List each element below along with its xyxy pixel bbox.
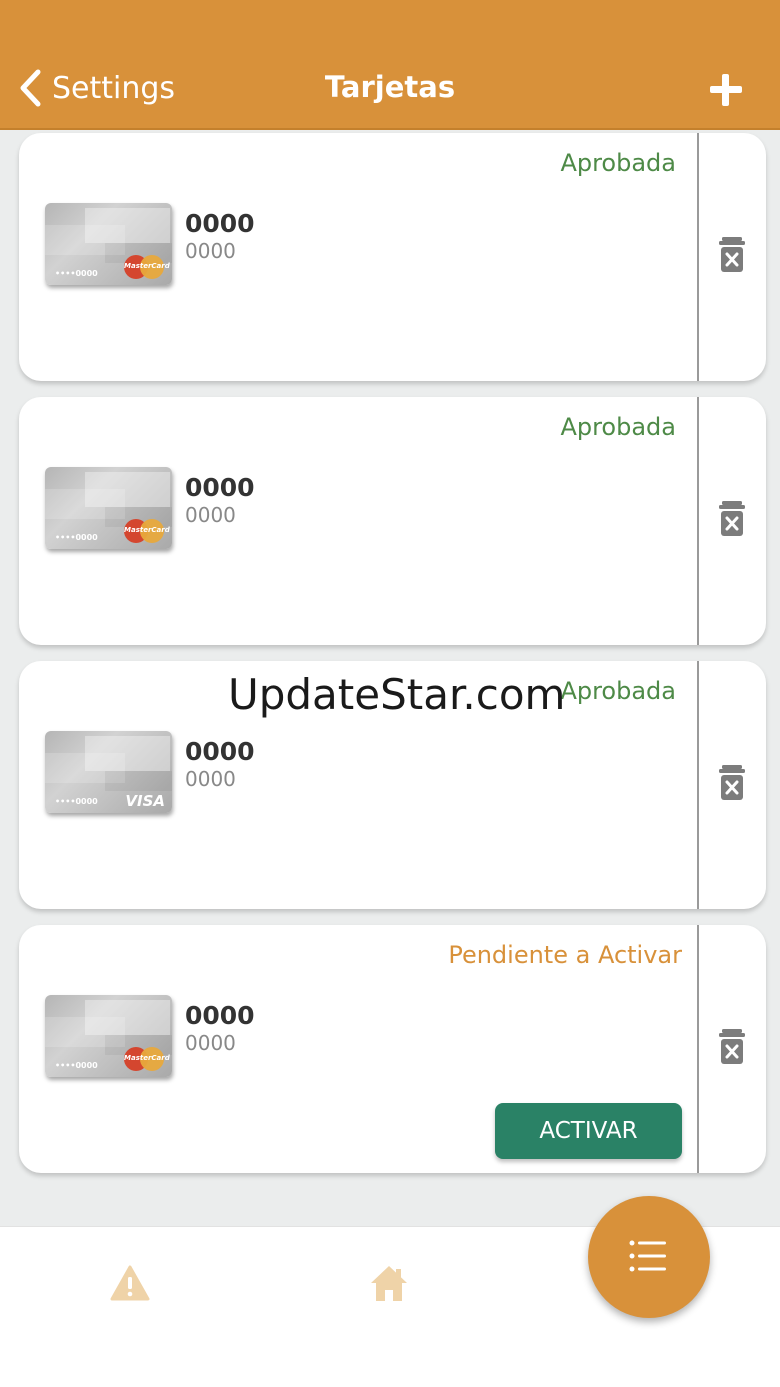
- home-icon[interactable]: [369, 1263, 409, 1303]
- card-sub-number: 0000: [185, 503, 236, 527]
- card-item: Aprobada ••••0000 MasterCard 0000 0000: [19, 133, 766, 381]
- list-icon: [629, 1240, 666, 1272]
- trash-icon[interactable]: [719, 765, 745, 801]
- header-bar: Settings Tarjetas: [0, 0, 780, 130]
- mastercard-card-image: ••••0000 MasterCard: [45, 995, 172, 1077]
- card-number: 0000: [185, 209, 255, 238]
- card-sub-number: 0000: [185, 239, 236, 263]
- divider: [697, 661, 699, 909]
- card-number: 0000: [185, 1001, 255, 1030]
- divider: [697, 397, 699, 645]
- status-label: Aprobada: [560, 677, 676, 705]
- card-number: 0000: [185, 473, 255, 502]
- mastercard-logo-icon: MasterCard: [124, 519, 170, 543]
- list-menu-button[interactable]: [588, 1196, 710, 1318]
- mastercard-logo-icon: MasterCard: [124, 1047, 170, 1071]
- divider: [697, 925, 699, 1173]
- trash-icon[interactable]: [719, 1029, 745, 1065]
- card-digits: ••••0000: [55, 533, 98, 542]
- warning-icon[interactable]: [110, 1265, 150, 1301]
- card-digits: ••••0000: [55, 797, 98, 806]
- divider: [697, 133, 699, 381]
- trash-icon[interactable]: [719, 237, 745, 273]
- mastercard-card-image: ••••0000 MasterCard: [45, 203, 172, 285]
- status-label: Aprobada: [560, 413, 676, 441]
- page-title: Tarjetas: [324, 70, 456, 104]
- status-label: Aprobada: [560, 149, 676, 177]
- card-item: Pendiente a Activar ••••0000 MasterCard …: [19, 925, 766, 1173]
- card-sub-number: 0000: [185, 767, 236, 791]
- mastercard-logo-icon: MasterCard: [124, 255, 170, 279]
- card-number: 0000: [185, 737, 255, 766]
- trash-icon[interactable]: [719, 501, 745, 537]
- visa-logo-icon: VISA: [125, 792, 165, 810]
- activate-button[interactable]: ACTIVAR: [495, 1103, 682, 1159]
- card-digits: ••••0000: [55, 1061, 98, 1070]
- card-item: Aprobada ••••0000 MasterCard 0000 0000: [19, 397, 766, 645]
- add-card-button[interactable]: [706, 70, 746, 110]
- visa-card-image: ••••0000 VISA: [45, 731, 172, 813]
- status-label: Pendiente a Activar: [448, 941, 682, 969]
- mastercard-card-image: ••••0000 MasterCard: [45, 467, 172, 549]
- card-sub-number: 0000: [185, 1031, 236, 1055]
- card-digits: ••••0000: [55, 269, 98, 278]
- watermark-text: UpdateStar.com: [228, 670, 566, 719]
